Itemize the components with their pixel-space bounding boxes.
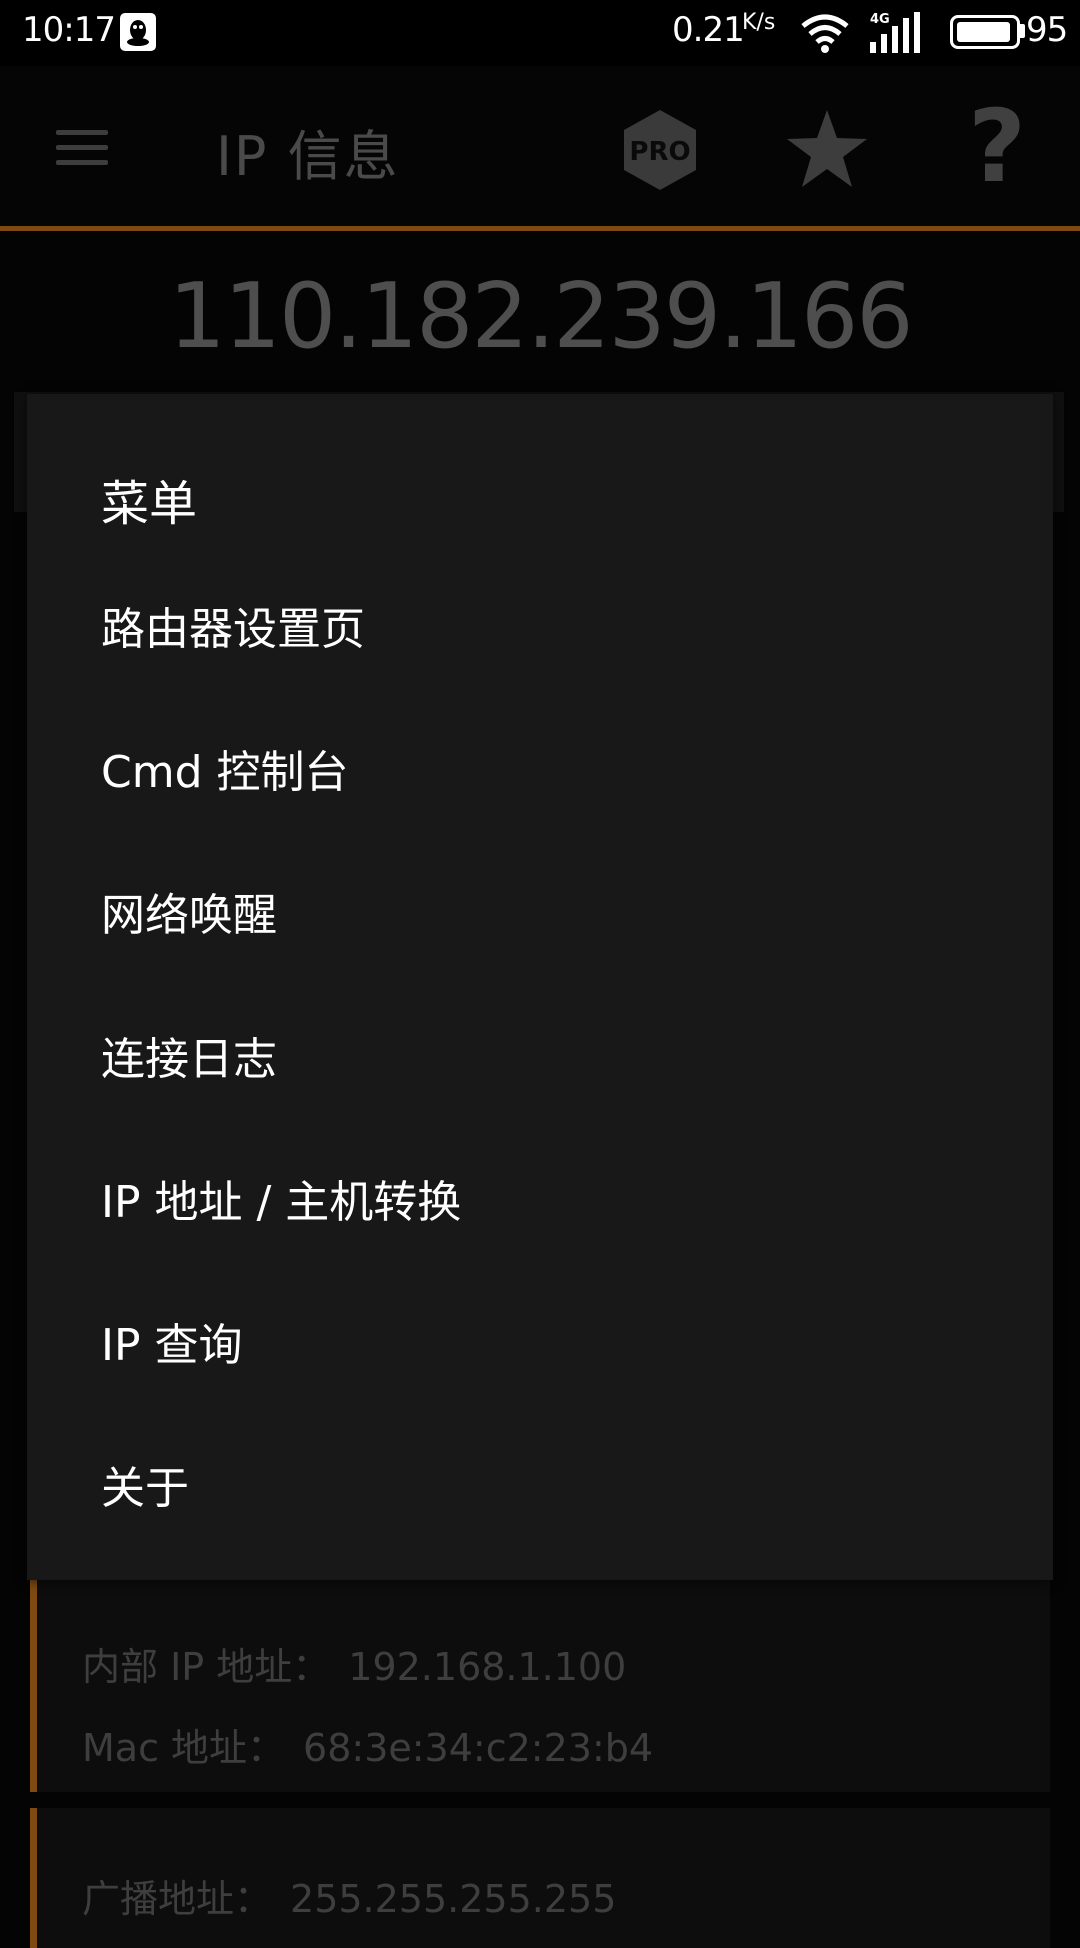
wifi-icon <box>801 14 849 53</box>
menu-item-ip-lookup[interactable]: IP 查询 <box>27 1274 1053 1394</box>
menu-item-label: IP 地址 / 主机转换 <box>101 1177 462 1228</box>
app-bar <box>0 66 1080 228</box>
menu-item-label: IP 查询 <box>101 1320 243 1371</box>
star-icon[interactable] <box>784 106 870 192</box>
menu-item-cmd-console[interactable]: Cmd 控制台 <box>27 701 1053 821</box>
mac-address-row: Mac 地址： 68:3e:34:c2:23:b4 <box>82 1717 653 1772</box>
menu-item-label: 网络唤醒 <box>101 890 277 941</box>
menu-item-router-settings[interactable]: 路由器设置页 <box>27 558 1053 678</box>
mac-address-label: Mac 地址： <box>82 1726 286 1770</box>
battery-icon <box>950 15 1020 49</box>
hamburger-icon[interactable] <box>52 126 112 170</box>
mac-address-value: 68:3e:34:c2:23:b4 <box>303 1726 654 1770</box>
popup-menu: 菜单 路由器设置页 Cmd 控制台 网络唤醒 连接日志 IP 地址 / 主机转换… <box>27 394 1053 1580</box>
internal-ip-row: 内部 IP 地址： 192.168.1.100 <box>82 1636 626 1691</box>
status-bar: 10:17 0.21 K/s 4G 95 <box>0 0 1080 66</box>
menu-item-about[interactable]: 关于 <box>27 1417 1053 1537</box>
network-speed-unit: K/s <box>742 10 776 35</box>
network-info-card: 内部 IP 地址： 192.168.1.100 Mac 地址： 68:3e:34:c… <box>30 1580 1050 1792</box>
menu-item-label: 关于 <box>101 1463 189 1514</box>
question-mark-icon[interactable]: ? <box>962 92 1032 202</box>
menu-item-label: 连接日志 <box>101 1034 277 1085</box>
internal-ip-label: 内部 IP 地址： <box>82 1645 331 1689</box>
battery-nub <box>1020 24 1025 38</box>
battery-fill <box>957 22 1011 42</box>
broadcast-label: 广播地址： <box>82 1877 273 1921</box>
app-bar-accent-line <box>0 226 1080 231</box>
broadcast-row: 广播地址： 255.255.255.255 <box>82 1868 616 1923</box>
public-ip-address: 110.182.239.166 <box>168 264 914 369</box>
menu-item-label: 路由器设置页 <box>101 604 365 655</box>
menu-item-ip-host-convert[interactable]: IP 地址 / 主机转换 <box>27 1131 1053 1251</box>
broadcast-value: 255.255.255.255 <box>290 1877 617 1921</box>
menu-item-wake-on-lan[interactable]: 网络唤醒 <box>27 844 1053 964</box>
qq-penguin-icon <box>120 13 156 51</box>
broadcast-info-card: 广播地址： 255.255.255.255 <box>30 1808 1050 1948</box>
menu-item-label: Cmd 控制台 <box>101 747 349 798</box>
menu-title: 菜单 <box>101 476 198 532</box>
battery-level: 95 <box>1026 10 1068 50</box>
network-speed: 0.21 <box>672 10 745 50</box>
pro-label: PRO <box>629 137 690 167</box>
menu-item-connection-log[interactable]: 连接日志 <box>27 988 1053 1108</box>
signal-bars-icon <box>870 12 920 53</box>
pro-hexagon-icon[interactable]: PRO <box>618 108 702 192</box>
app-title: IP 信息 <box>216 125 400 188</box>
internal-ip-value: 192.168.1.100 <box>348 1645 627 1689</box>
status-time: 10:17 <box>22 10 116 50</box>
